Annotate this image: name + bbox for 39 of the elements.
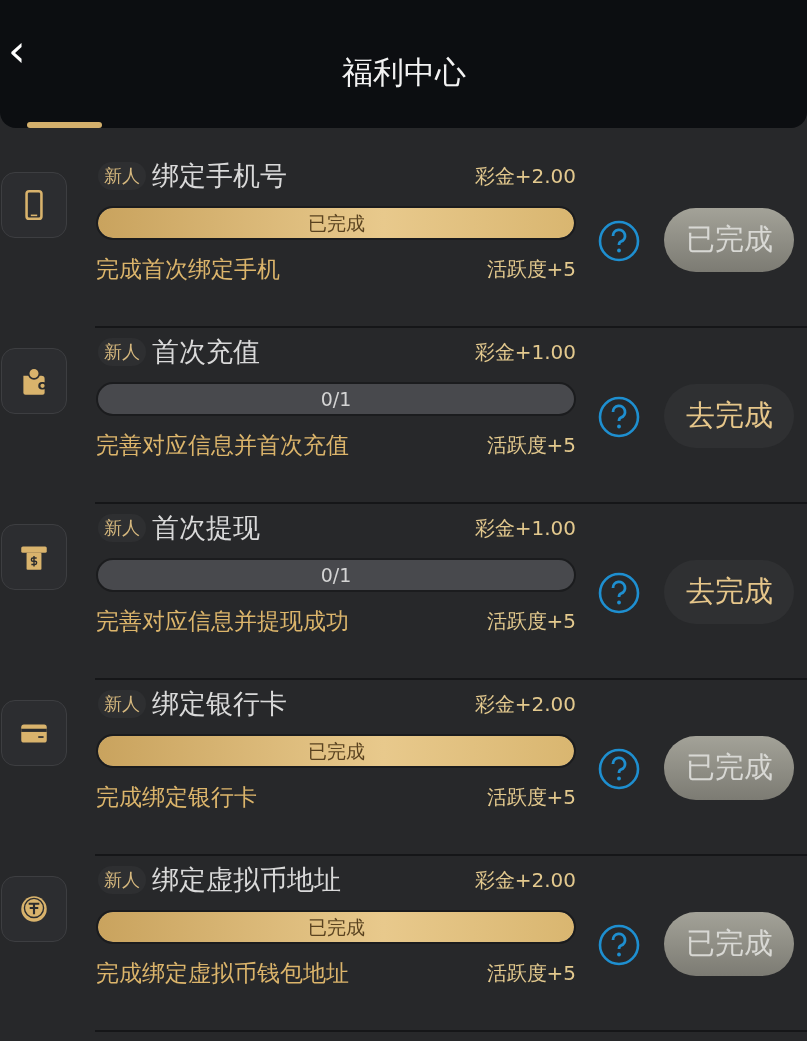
task-title: 首次充值 <box>152 335 261 369</box>
task-button[interactable]: 去完成 <box>664 560 794 624</box>
reward-text: 彩金+2.00 <box>474 866 576 894</box>
task-title: 绑定虚拟币地址 <box>152 863 342 897</box>
activity-points: 活跃度+5 <box>486 784 576 811</box>
task-title: 绑定手机号 <box>152 159 288 193</box>
back-button[interactable]: ‹ <box>8 26 26 76</box>
reward-text: 彩金+2.00 <box>474 690 576 718</box>
reward-text: 彩金+1.00 <box>474 514 576 542</box>
new-user-tag: 新人 <box>98 690 146 718</box>
help-icon[interactable] <box>598 396 640 438</box>
page-title: 福利中心 <box>341 53 466 92</box>
activity-points: 活跃度+5 <box>486 608 576 635</box>
task-description: 完善对应信息并首次充值 <box>96 431 349 460</box>
help-icon[interactable] <box>598 924 640 966</box>
new-user-tag: 新人 <box>98 514 146 542</box>
help-icon[interactable] <box>598 572 640 614</box>
new-user-tag: 新人 <box>98 866 146 894</box>
task-title: 首次提现 <box>152 511 261 545</box>
activity-points: 活跃度+5 <box>486 256 576 283</box>
task-button[interactable]: 去完成 <box>664 384 794 448</box>
progress-text: 已完成 <box>306 211 366 236</box>
task-description: 完成绑定虚拟币钱包地址 <box>96 959 349 988</box>
help-icon[interactable] <box>598 220 640 262</box>
task-description: 完成首次绑定手机 <box>96 255 280 284</box>
new-user-tag: 新人 <box>98 162 146 190</box>
new-user-tag: 新人 <box>98 338 146 366</box>
progress-text: 已完成 <box>306 739 366 764</box>
task-description: 完成绑定银行卡 <box>96 783 257 812</box>
task-title: 绑定银行卡 <box>152 687 288 721</box>
progress-text: 0/1 <box>319 563 353 588</box>
task-description: 完善对应信息并提现成功 <box>96 607 349 636</box>
reward-text: 彩金+1.00 <box>474 338 576 366</box>
reward-text: 彩金+2.00 <box>474 162 576 190</box>
activity-points: 活跃度+5 <box>486 432 576 459</box>
activity-points: 活跃度+5 <box>486 960 576 987</box>
progress-text: 0/1 <box>319 387 353 412</box>
progress-text: 已完成 <box>306 915 366 940</box>
help-icon[interactable] <box>598 748 640 790</box>
